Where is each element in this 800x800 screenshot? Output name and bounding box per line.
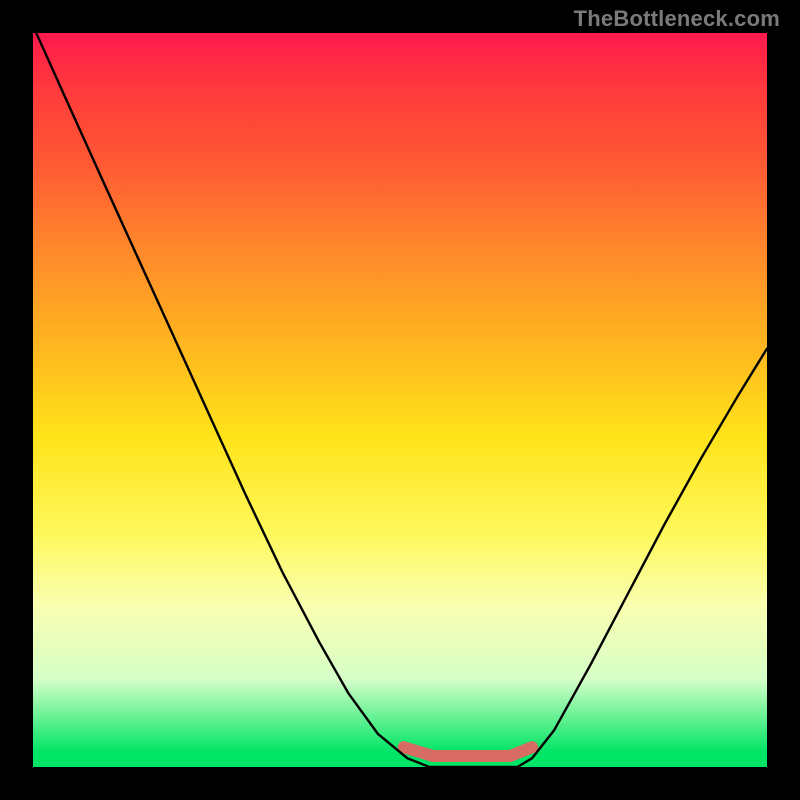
plot-area (33, 33, 767, 767)
bottleneck-curve (33, 33, 767, 767)
flat-band-marker (404, 747, 532, 756)
watermark-text: TheBottleneck.com (574, 6, 780, 32)
chart-frame: TheBottleneck.com (0, 0, 800, 800)
curve-layer (33, 33, 767, 767)
